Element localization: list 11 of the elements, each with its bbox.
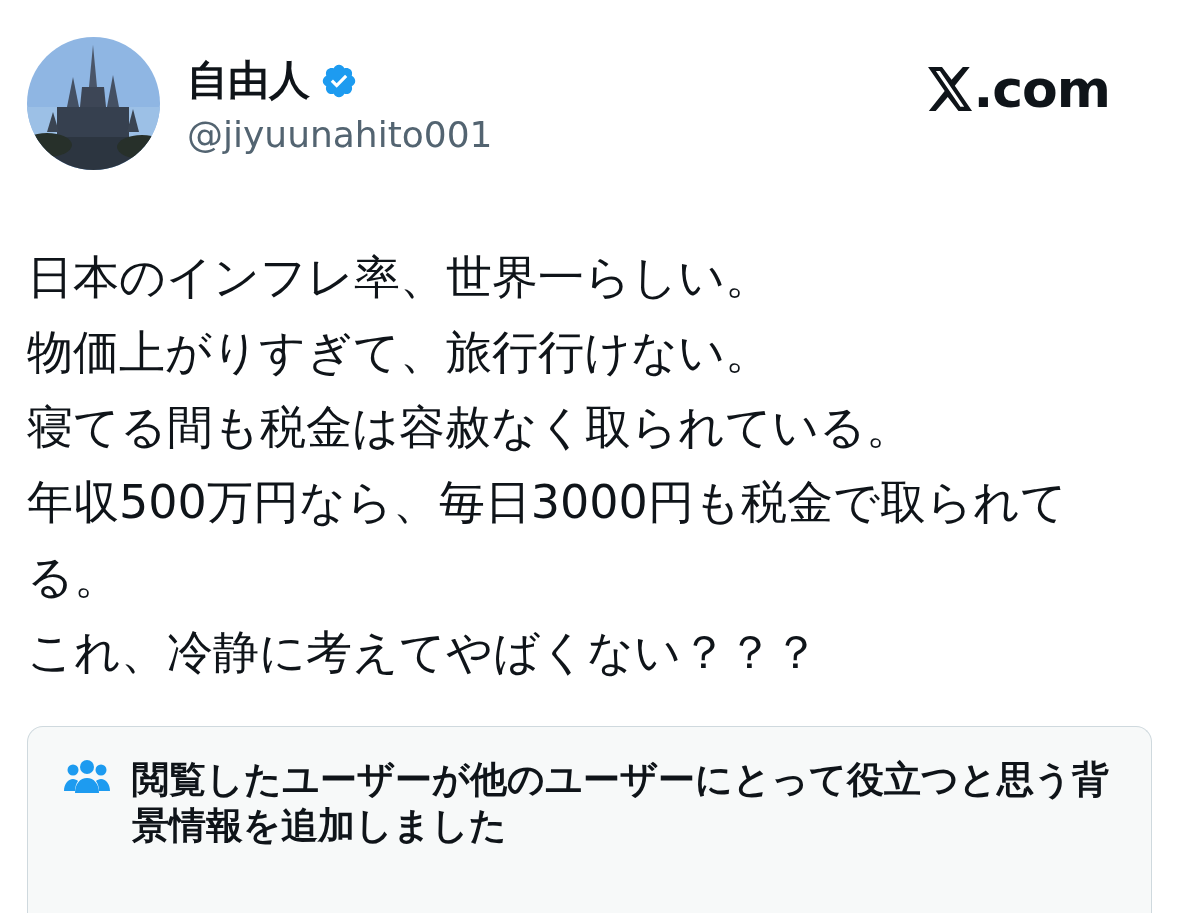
note-heading: 閲覧したユーザーが他のユーザーにとって役立つと思う背景情報を追加しました [132,757,1110,849]
author-name: 自由人 [187,55,310,106]
author-handle[interactable]: @jiyuunahito001 [187,114,493,155]
site-domain: .com [973,59,1110,119]
post-text-line: 日本のインフレ率、世界一らしい。 [27,249,772,306]
post-text-line: 物価上がりすぎて、旅行行けない。 [27,324,772,381]
post-text-line: 年収500万円なら、毎日3000円も税金で取られてる。 [27,474,1068,606]
post-text-line: 寝てる間も税金は容赦なく取られている。 [27,399,913,456]
people-icon [64,759,110,795]
x-logo-icon [927,67,974,111]
post-text-line: これ、冷静に考えてやばくない？？？ [27,624,820,681]
